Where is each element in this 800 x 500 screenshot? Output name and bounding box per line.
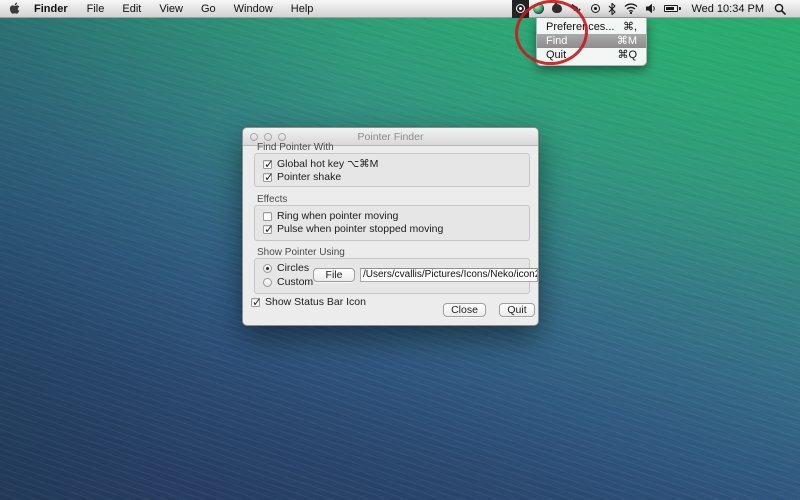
flashlight-icon[interactable] — [566, 0, 587, 18]
globe-icon[interactable] — [529, 0, 548, 18]
menu-item-view[interactable]: View — [150, 0, 192, 18]
custom-icon-path-field[interactable]: /Users/cvallis/Pictures/Icons/Neko/icon2 — [360, 268, 538, 282]
pointer-shake-label: Pointer shake — [277, 171, 341, 183]
menu-bar-left: Finder File Edit View Go Window Help — [0, 0, 322, 17]
global-hot-key-checkbox[interactable] — [263, 160, 272, 169]
custom-label: Custom — [277, 276, 313, 288]
menu-bar-clock[interactable]: Wed 10:34 PM — [685, 3, 770, 15]
radio-row-circles: Circles — [263, 262, 309, 274]
checkbox-row-global-hot-key: Global hot key ⌥⌘M — [263, 158, 378, 170]
menu-item-file[interactable]: File — [78, 0, 114, 18]
target-icon[interactable] — [587, 0, 604, 18]
ring-when-moving-label: Ring when pointer moving — [277, 210, 398, 222]
battery-icon — [660, 0, 685, 18]
menu-item-preferences[interactable]: Preferences... ⌘, — [537, 20, 646, 34]
menu-item-finder[interactable]: Finder — [30, 0, 78, 18]
menu-item-preferences-shortcut: ⌘, — [623, 20, 637, 34]
show-status-bar-icon-checkbox[interactable] — [251, 298, 260, 307]
pulse-when-stopped-label: Pulse when pointer stopped moving — [277, 223, 443, 235]
spotlight-icon[interactable] — [770, 0, 790, 18]
file-button[interactable]: File — [313, 268, 355, 282]
global-hot-key-label: Global hot key ⌥⌘M — [277, 158, 378, 170]
group-label-effects: Effects — [257, 194, 287, 205]
circles-radio[interactable] — [263, 264, 272, 273]
menu-item-help[interactable]: Help — [282, 0, 323, 18]
volume-icon[interactable] — [642, 0, 660, 18]
wifi-icon[interactable] — [620, 0, 642, 18]
custom-radio[interactable] — [263, 278, 272, 287]
status-icons: Wed 10:34 PM — [512, 0, 800, 17]
ring-when-moving-checkbox[interactable] — [263, 212, 272, 221]
menu-item-window[interactable]: Window — [225, 0, 282, 18]
circles-label: Circles — [277, 262, 309, 274]
quit-button[interactable]: Quit — [499, 303, 535, 317]
window-title: Pointer Finder — [243, 131, 538, 143]
group-label-show-pointer-using: Show Pointer Using — [257, 247, 345, 258]
menu-item-find-label: Find — [546, 34, 567, 48]
menu-item-go[interactable]: Go — [192, 0, 225, 18]
pulse-when-stopped-checkbox[interactable] — [263, 225, 272, 234]
menu-item-quit-label: Quit — [546, 48, 566, 62]
desktop: Finder File Edit View Go Window Help — [0, 0, 800, 500]
checkbox-row-pointer-shake: Pointer shake — [263, 171, 341, 183]
pointer-finder-menu-extra-icon[interactable] — [512, 0, 529, 18]
apple-menu[interactable] — [0, 2, 30, 15]
checkbox-row-ring: Ring when pointer moving — [263, 210, 398, 222]
apple-icon — [9, 2, 20, 15]
pointer-shake-checkbox[interactable] — [263, 173, 272, 182]
show-status-bar-icon-label: Show Status Bar Icon — [265, 296, 366, 308]
status-menu: Preferences... ⌘, Find ⌘M Quit ⌘Q — [536, 18, 647, 66]
cat-icon[interactable] — [548, 0, 566, 18]
menu-item-preferences-label: Preferences... — [546, 20, 614, 34]
pointer-finder-window: Pointer Finder Find Pointer With Global … — [242, 127, 539, 326]
close-button[interactable]: Close — [443, 303, 486, 317]
radio-row-custom: Custom — [263, 276, 313, 288]
checkbox-row-pulse: Pulse when pointer stopped moving — [263, 223, 443, 235]
menu-item-quit-shortcut: ⌘Q — [617, 48, 637, 62]
checkbox-row-status-bar-icon: Show Status Bar Icon — [251, 296, 366, 308]
menu-item-find[interactable]: Find ⌘M — [537, 34, 646, 48]
menu-item-edit[interactable]: Edit — [113, 0, 150, 18]
group-label-find-pointer-with: Find Pointer With — [257, 142, 334, 153]
menu-item-find-shortcut: ⌘M — [617, 34, 637, 48]
bluetooth-icon[interactable] — [604, 0, 620, 18]
menu-item-quit[interactable]: Quit ⌘Q — [537, 48, 646, 62]
menu-bar: Finder File Edit View Go Window Help — [0, 0, 800, 18]
